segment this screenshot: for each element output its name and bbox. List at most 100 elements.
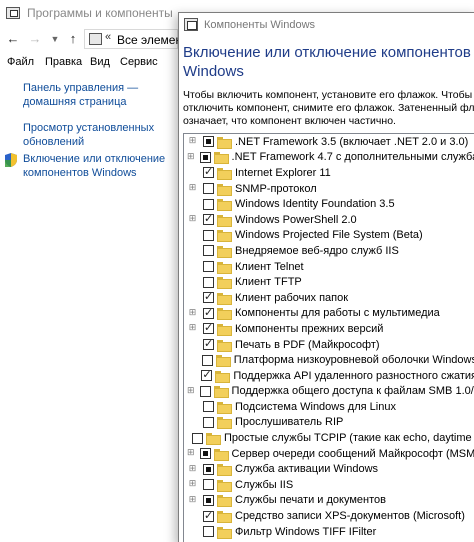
- menu-tools[interactable]: Сервис: [120, 56, 158, 68]
- feature-checkbox[interactable]: [203, 479, 214, 491]
- feature-row[interactable]: Прослушиватель RIP: [184, 415, 474, 431]
- dialog-titlebar[interactable]: Компоненты Windows: [179, 13, 474, 38]
- expand-plus-icon[interactable]: ⊞: [187, 480, 198, 489]
- feature-checkbox[interactable]: [201, 368, 213, 382]
- recent-locations-chevron-icon[interactable]: ▼: [46, 30, 64, 48]
- up-arrow-icon[interactable]: ↑: [64, 30, 82, 48]
- feature-row[interactable]: Печать в PDF (Майкрософт): [184, 337, 474, 353]
- feature-label: Windows PowerShell 2.0: [235, 213, 357, 226]
- menu-view[interactable]: Вид: [90, 56, 110, 68]
- expand-plus-icon[interactable]: ⊞: [187, 324, 198, 333]
- sidebar-link-line: обновлений: [23, 136, 85, 148]
- folder-icon: [217, 308, 232, 321]
- feature-row[interactable]: ⊞ Сервер очереди сообщений Майкрософт (MS…: [184, 446, 474, 462]
- feature-row[interactable]: ⊞ Компоненты для работы с мультимедиа: [184, 306, 474, 322]
- sidebar-link-turn-windows-features[interactable]: Включение или отключение компонентов Win…: [23, 152, 165, 180]
- feature-label: Компоненты прежних версий: [235, 322, 384, 335]
- feature-row[interactable]: Клиент TFTP: [184, 274, 474, 290]
- expand-plus-icon[interactable]: ⊞: [187, 308, 198, 318]
- expand-plus-icon[interactable]: ⊞: [187, 386, 195, 396]
- windows-features-dialog: Компоненты Windows Включение или отключе…: [178, 12, 474, 542]
- feature-checkbox[interactable]: [203, 276, 214, 288]
- feature-row[interactable]: Windows Projected File System (Beta): [184, 228, 474, 244]
- feature-checkbox[interactable]: [203, 509, 214, 522]
- feature-checkbox[interactable]: [203, 261, 214, 273]
- feature-checkbox[interactable]: [203, 212, 214, 226]
- address-box[interactable]: « Все элемент: [84, 29, 188, 49]
- expand-plus-icon[interactable]: ⊞: [187, 137, 198, 146]
- sidebar-link-line: Панель управления —: [23, 82, 139, 94]
- feature-checkbox[interactable]: [199, 151, 211, 163]
- feature-row[interactable]: ⊞ Службы печати и документов: [184, 493, 474, 509]
- menu-edit[interactable]: Правка: [45, 56, 82, 68]
- sidebar-link-control-panel-home[interactable]: Панель управления — домашняя страница: [23, 81, 138, 109]
- feature-checkbox[interactable]: [203, 165, 214, 179]
- expand-plus-icon[interactable]: ⊞: [187, 464, 198, 474]
- feature-row[interactable]: Подсистема Windows для Linux: [184, 399, 474, 415]
- feature-row[interactable]: Internet Explorer 11: [184, 165, 474, 181]
- control-panel-icon: [6, 7, 20, 19]
- feature-checkbox[interactable]: [203, 290, 214, 304]
- dialog-title: Компоненты Windows: [204, 19, 316, 31]
- feature-checkbox[interactable]: [203, 245, 214, 257]
- feature-checkbox[interactable]: [203, 183, 214, 195]
- feature-label: Internet Explorer 11: [235, 166, 331, 179]
- feature-row[interactable]: Фильтр Windows TIFF IFilter: [184, 524, 474, 540]
- feature-checkbox[interactable]: [203, 136, 214, 148]
- feature-checkbox[interactable]: [203, 337, 214, 351]
- feature-row[interactable]: Windows Identity Foundation 3.5: [184, 196, 474, 212]
- feature-checkbox[interactable]: [199, 448, 211, 460]
- feature-checkbox[interactable]: [199, 385, 211, 397]
- expand-plus-icon[interactable]: ⊞: [187, 152, 195, 162]
- feature-checkbox[interactable]: [192, 432, 203, 444]
- feature-row[interactable]: ⊞ Служба активации Windows: [184, 461, 474, 477]
- feature-checkbox[interactable]: [203, 229, 214, 241]
- feature-row[interactable]: ⊞ Компоненты прежних версий: [184, 321, 474, 337]
- feature-row[interactable]: ⊞ Windows PowerShell 2.0: [184, 212, 474, 228]
- feature-checkbox[interactable]: [203, 198, 214, 210]
- expand-plus-icon[interactable]: ⊞: [187, 215, 198, 224]
- address-text[interactable]: Все элемент: [117, 33, 188, 47]
- expand-plus-icon[interactable]: ⊞: [187, 495, 198, 505]
- feature-checkbox[interactable]: [203, 463, 214, 475]
- feature-row[interactable]: ⊞ Службы IIS: [184, 477, 474, 493]
- feature-row[interactable]: Клиент рабочих папок: [184, 290, 474, 306]
- folder-icon: [217, 214, 232, 227]
- feature-row[interactable]: Внедряемое веб-ядро служб IIS: [184, 243, 474, 259]
- folder-icon: [217, 479, 232, 492]
- feature-checkbox[interactable]: [203, 321, 214, 335]
- feature-row[interactable]: Средство записи XPS-документов (Microsof…: [184, 508, 474, 524]
- feature-row[interactable]: Простые службы TCPIP (такие как echo, da…: [184, 430, 474, 446]
- expand-plus-icon[interactable]: ⊞: [187, 449, 195, 458]
- folder-icon: [217, 417, 232, 430]
- feature-row[interactable]: ⊞ SNMP-протокол: [184, 181, 474, 197]
- breadcrumb-overflow[interactable]: «: [105, 31, 111, 43]
- folder-icon: [215, 355, 231, 368]
- sidebar-link-view-installed-updates[interactable]: Просмотр установленных обновлений: [23, 121, 154, 149]
- menu-file[interactable]: Файл: [7, 56, 34, 68]
- back-arrow-icon[interactable]: ←: [4, 30, 22, 48]
- feature-row[interactable]: ⊞ .NET Framework 3.5 (включает .NET 2.0 и…: [184, 134, 474, 150]
- feature-checkbox[interactable]: [203, 416, 214, 428]
- feature-checkbox[interactable]: [203, 401, 214, 413]
- sidebar-link-line: Включение или отключение: [23, 153, 166, 165]
- feature-row[interactable]: Платформа низкоуровневой оболочки Window…: [184, 352, 474, 368]
- feature-row[interactable]: ⊞ .NET Framework 4.7 с дополнительными сл…: [184, 150, 474, 166]
- forward-arrow-icon[interactable]: →: [26, 30, 44, 48]
- feature-checkbox[interactable]: [203, 306, 214, 319]
- feature-row[interactable]: Поддержка API удаленного разностного сжа…: [184, 368, 474, 384]
- feature-checkbox[interactable]: [201, 354, 213, 366]
- features-tree[interactable]: ⊞ .NET Framework 3.5 (включает .NET 2.0 и…: [183, 133, 474, 542]
- folder-icon: [217, 167, 232, 180]
- feature-row[interactable]: Клиент Telnet: [184, 259, 474, 275]
- expand-plus-icon[interactable]: ⊞: [187, 184, 198, 193]
- feature-checkbox[interactable]: [203, 494, 214, 506]
- sidebar-link-line: компонентов Windows: [23, 167, 137, 179]
- feature-row[interactable]: ⊞ Поддержка общего доступа к файлам SMB 1…: [184, 384, 474, 400]
- feature-checkbox[interactable]: [203, 526, 214, 538]
